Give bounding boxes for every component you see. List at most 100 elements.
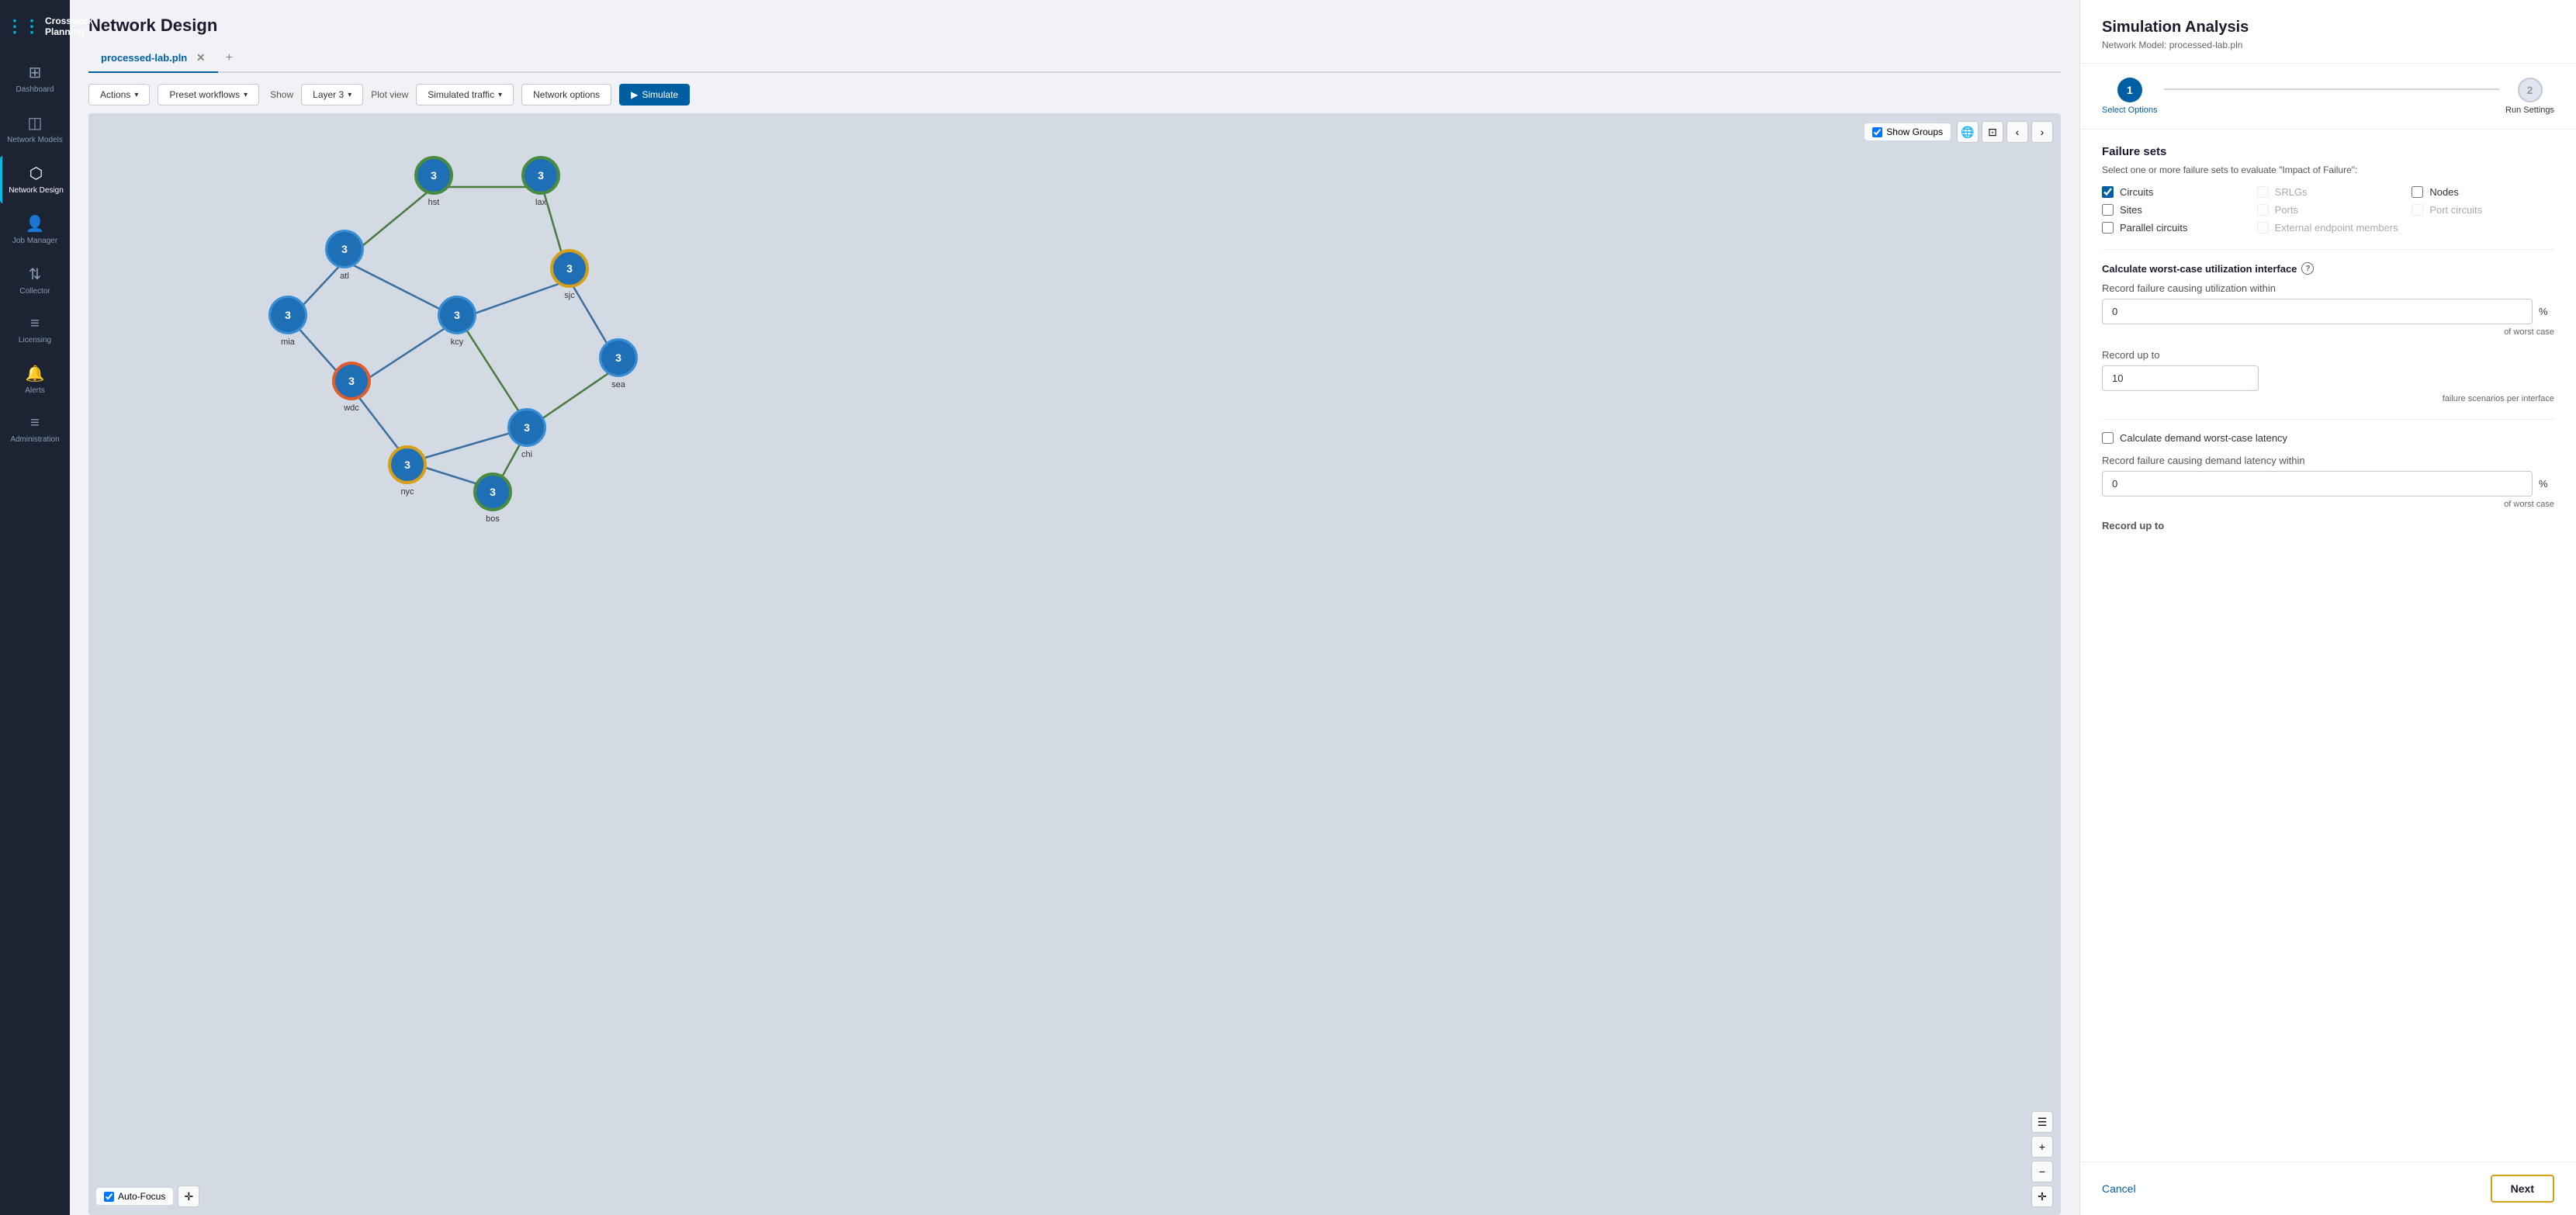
sidebar-item-network-models[interactable]: ◫ Network Models	[0, 106, 70, 153]
node-count: 3	[524, 421, 530, 434]
record-up-to-row: Record up to failure scenarios per inter…	[2102, 349, 2554, 403]
circuits-checkbox[interactable]	[2102, 186, 2114, 198]
chevron-down-icon: ▾	[244, 91, 248, 99]
node-nyc[interactable]: 3 nyc	[388, 445, 427, 497]
node-label: lax	[535, 198, 546, 207]
nodes-checkbox[interactable]	[2412, 186, 2423, 198]
node-mia[interactable]: 3 mia	[268, 296, 307, 347]
main-content: Network Design processed-lab.pln ✕ + Act…	[70, 0, 2079, 1215]
network-model-value: processed-lab.pln	[2169, 40, 2243, 50]
srlgs-label: SRLGs	[2275, 186, 2308, 198]
tab-processed-lab[interactable]: processed-lab.pln ✕	[88, 45, 218, 73]
external-endpoint-label: External endpoint members	[2275, 222, 2398, 234]
globe-icon-button[interactable]: 🌐	[1957, 121, 1979, 143]
node-bos[interactable]: 3 bos	[473, 472, 512, 524]
panel-title: Simulation Analysis	[2102, 19, 2554, 36]
demand-percent-unit: %	[2539, 478, 2554, 490]
parallel-circuits-checkbox[interactable]	[2102, 222, 2114, 234]
demand-latency-checkbox[interactable]	[2102, 432, 2114, 444]
port-circuits-checkbox	[2412, 204, 2423, 216]
network-canvas: 3 hst 3 lax 3 atl 3 sjc 3 mia 3 kcy	[88, 113, 2061, 1215]
network-options-button[interactable]: Network options	[521, 84, 611, 106]
show-groups-input[interactable]	[1872, 127, 1882, 137]
divider-2	[2102, 419, 2554, 420]
sidebar-item-network-design[interactable]: ⬡ Network Design	[0, 156, 70, 203]
port-circuits-label: Port circuits	[2429, 204, 2482, 216]
help-icon[interactable]: ?	[2301, 262, 2314, 275]
preset-workflows-button[interactable]: Preset workflows ▾	[158, 84, 259, 106]
zoom-in-button[interactable]: +	[2031, 1136, 2053, 1158]
node-atl[interactable]: 3 atl	[325, 230, 364, 281]
record-up-to-note: failure scenarios per interface	[2102, 394, 2554, 403]
node-chi[interactable]: 3 chi	[507, 408, 546, 459]
tab-close-icon[interactable]: ✕	[196, 51, 206, 64]
node-label: hst	[428, 198, 440, 207]
network-models-icon: ◫	[28, 113, 43, 133]
steps-bar: 1 Select Options 2 Run Settings	[2080, 64, 2576, 130]
simulate-button[interactable]: ▶ Simulate	[619, 84, 690, 106]
next-button[interactable]: Next	[2491, 1175, 2554, 1203]
node-label: chi	[521, 450, 532, 459]
demand-latency-checkbox-item[interactable]: Calculate demand worst-case latency	[2102, 432, 2554, 444]
sidebar-item-administration[interactable]: ≡ Administration	[0, 407, 70, 452]
node-count: 3	[538, 169, 544, 182]
fit-button[interactable]: ✛	[178, 1186, 199, 1207]
parallel-circuits-checkbox-item[interactable]: Parallel circuits	[2102, 222, 2245, 234]
node-sjc[interactable]: 3 sjc	[550, 249, 589, 300]
nodes-checkbox-item[interactable]: Nodes	[2412, 186, 2554, 198]
crosshair-button[interactable]: ✛	[2031, 1186, 2053, 1207]
record-failure-input[interactable]	[2102, 299, 2533, 324]
step-2-circle: 2	[2518, 78, 2543, 102]
panel-subtitle: Network Model: processed-lab.pln	[2102, 40, 2554, 50]
failure-sets-section: Failure sets Select one or more failure …	[2102, 145, 2554, 234]
sidebar-item-job-manager[interactable]: 👤 Job Manager	[0, 206, 70, 254]
simulated-traffic-button[interactable]: Simulated traffic ▾	[416, 84, 514, 106]
srlgs-checkbox	[2257, 186, 2269, 198]
sidebar-item-collector[interactable]: ⇅ Collector	[0, 257, 70, 304]
layer-button[interactable]: Layer 3 ▾	[301, 84, 363, 106]
node-label: sjc	[564, 291, 574, 300]
step-1: 1 Select Options	[2102, 78, 2158, 115]
sidebar-item-licensing[interactable]: ≡ Licensing	[0, 307, 70, 353]
auto-focus-checkbox[interactable]: Auto-Focus	[96, 1188, 173, 1205]
sidebar-item-alerts[interactable]: 🔔 Alerts	[0, 356, 70, 403]
node-count: 3	[285, 309, 291, 321]
node-count: 3	[490, 486, 496, 498]
next-icon-button[interactable]: ›	[2031, 121, 2053, 143]
prev-icon-button[interactable]: ‹	[2006, 121, 2028, 143]
step-connector	[2164, 88, 2499, 90]
node-label: bos	[486, 514, 500, 524]
failure-sets-desc: Select one or more failure sets to evalu…	[2102, 164, 2554, 175]
record-failure-label: Record failure causing utilization withi…	[2102, 282, 2554, 294]
node-sea[interactable]: 3 sea	[599, 338, 638, 389]
layout-icon-button[interactable]: ⊡	[1982, 121, 2003, 143]
sidebar-item-label: Job Manager	[12, 237, 57, 246]
app-logo: ⋮⋮ Crosswork Planning	[0, 8, 70, 46]
sites-checkbox[interactable]	[2102, 204, 2114, 216]
demand-record-input[interactable]	[2102, 471, 2533, 497]
record-up-to-input[interactable]	[2102, 365, 2259, 391]
node-lax[interactable]: 3 lax	[521, 156, 560, 207]
tab-add-button[interactable]: +	[218, 45, 241, 71]
sidebar-item-label: Network Models	[7, 136, 63, 145]
show-groups-label: Show Groups	[1886, 126, 1943, 137]
menu-icon-button[interactable]: ☰	[2031, 1111, 2053, 1133]
node-hst[interactable]: 3 hst	[414, 156, 453, 207]
node-kcy[interactable]: 3 kcy	[438, 296, 476, 347]
sidebar-item-dashboard[interactable]: ⊞ Dashboard	[0, 55, 70, 102]
node-wdc[interactable]: 3 wdc	[332, 362, 371, 413]
failure-sets-grid: Circuits SRLGs Nodes Sites Ports	[2102, 186, 2554, 234]
failure-sets-title: Failure sets	[2102, 145, 2554, 158]
actions-button[interactable]: Actions ▾	[88, 84, 150, 106]
chevron-down-icon: ▾	[134, 91, 138, 99]
circuits-checkbox-item[interactable]: Circuits	[2102, 186, 2245, 198]
zoom-out-button[interactable]: −	[2031, 1161, 2053, 1182]
step-1-number: 1	[2127, 84, 2133, 96]
cancel-button[interactable]: Cancel	[2102, 1182, 2136, 1195]
sites-checkbox-item[interactable]: Sites	[2102, 204, 2245, 216]
auto-focus-input[interactable]	[104, 1192, 114, 1202]
actions-label: Actions	[100, 89, 130, 100]
show-groups-checkbox[interactable]: Show Groups	[1864, 123, 1951, 140]
worst-case-section: Calculate worst-case utilization interfa…	[2102, 262, 2554, 403]
job-manager-icon: 👤	[26, 214, 45, 234]
